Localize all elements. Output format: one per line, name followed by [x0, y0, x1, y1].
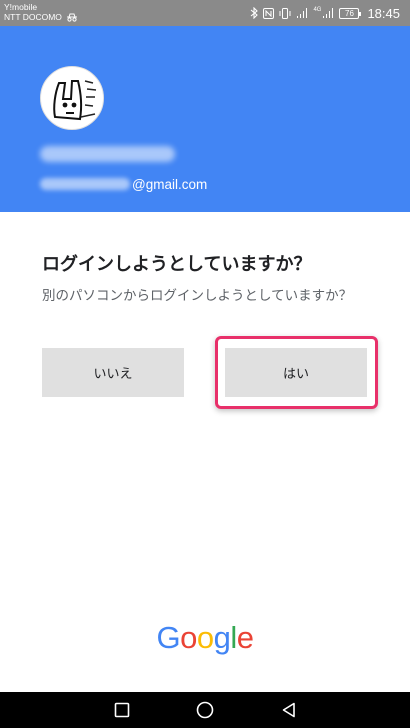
status-bar: Y!mobile NTT DOCOMO 4G 76 18:45: [0, 0, 410, 26]
no-button[interactable]: いいえ: [42, 348, 184, 397]
battery-icon: 76: [339, 7, 362, 19]
clock: 18:45: [367, 5, 400, 21]
back-icon: [282, 702, 295, 718]
home-button[interactable]: [195, 700, 215, 720]
signal-icon: [297, 7, 308, 18]
incognito-icon: [66, 13, 77, 22]
recent-apps-icon: [114, 702, 130, 718]
avatar-drawing-icon: [53, 80, 97, 121]
status-icons: 4G 76 18:45: [250, 4, 400, 22]
account-email: @gmail.com: [40, 174, 207, 194]
bluetooth-icon: [251, 7, 259, 19]
carrier-primary: Y!mobile: [4, 2, 38, 12]
logo-letter: g: [213, 620, 231, 655]
email-domain: @gmail.com: [132, 176, 208, 192]
logo-letter: G: [156, 620, 181, 655]
prompt-subtitle: 別のパソコンからログインしようとしていますか？: [42, 288, 353, 304]
account-name-redacted: [40, 146, 175, 162]
network-type-label: 4G: [313, 7, 322, 13]
home-icon: [196, 701, 214, 719]
signal-icon-2: [323, 7, 334, 18]
logo-letter: o: [180, 620, 197, 655]
nfc-icon: [263, 7, 275, 19]
account-header: @gmail.com: [0, 26, 410, 212]
navigation-bar: [0, 692, 410, 728]
yes-button[interactable]: はい: [225, 348, 367, 397]
vibrate-icon: [279, 7, 291, 19]
email-local-part-redacted: [40, 178, 130, 190]
carrier-info: Y!mobile NTT DOCOMO: [4, 2, 78, 22]
google-logo: Google: [0, 620, 410, 656]
carrier-secondary: NTT DOCOMO: [4, 12, 62, 22]
recent-apps-button[interactable]: [112, 700, 132, 720]
logo-letter: o: [196, 620, 214, 655]
back-button[interactable]: [279, 700, 299, 720]
logo-letter: e: [236, 620, 254, 655]
avatar: [40, 66, 104, 130]
prompt-title: ログインしようとしていますか？: [42, 254, 312, 275]
